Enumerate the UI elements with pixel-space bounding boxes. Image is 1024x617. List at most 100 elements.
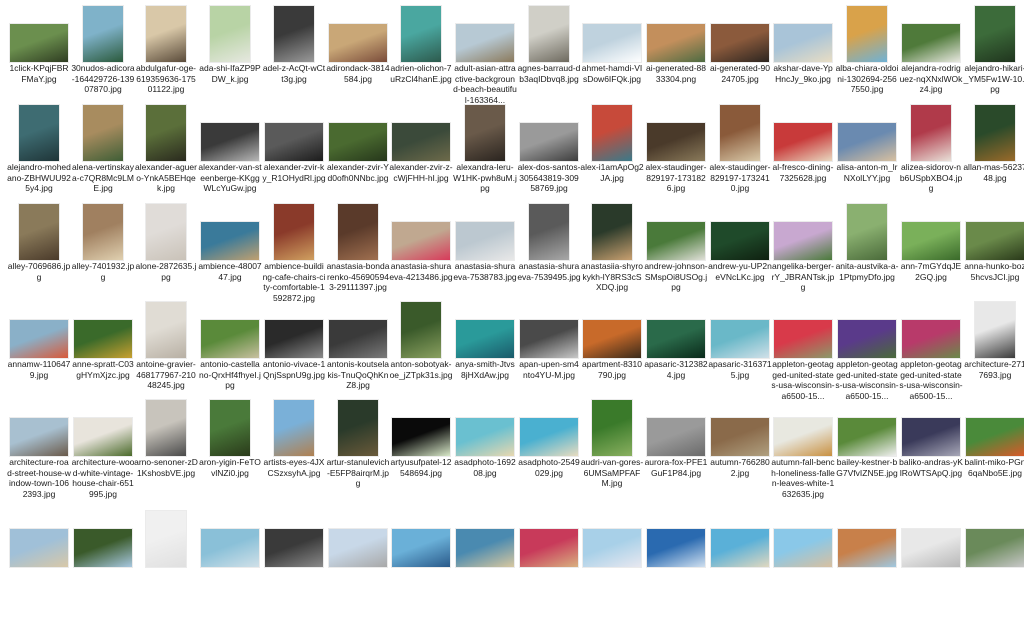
file-item[interactable]: architecture-2717693.jpg — [963, 296, 1024, 408]
file-item[interactable] — [835, 505, 899, 617]
file-name-label: adirondack-3814584.jpg — [326, 63, 390, 84]
file-item[interactable]: artur-stanulevich-E5FP8airqrM.jpg — [326, 394, 390, 506]
file-item[interactable]: anastasia-shuraeva-4213486.jpg — [389, 198, 453, 310]
file-item[interactable] — [963, 505, 1024, 617]
file-item[interactable]: alejandra-rodriguez-nqXNxlWOkz4.jpg — [899, 0, 963, 112]
file-item[interactable]: alex-i1amApOg2JA.jpg — [580, 99, 644, 211]
file-item[interactable]: alex-staudinger-829197-1732410.jpg — [708, 99, 772, 211]
file-item[interactable]: asadphoto-169208.jpg — [453, 394, 517, 506]
file-item[interactable]: alba-chiara-oldoini-1302694-2567550.jpg — [835, 0, 899, 112]
file-item[interactable]: andrew-yu-UP2neVNcLKc.jpg — [708, 198, 772, 310]
file-item[interactable]: annamw-1106479.jpg — [7, 296, 71, 408]
file-item[interactable]: al-fresco-dining-7325628.jpg — [771, 99, 835, 211]
file-item[interactable]: andrew-johnson-SMspOi8USOg.jpg — [644, 198, 708, 310]
file-item[interactable]: apan-upen-sm4nto4YU-M.jpg — [517, 296, 581, 408]
file-item[interactable]: alex-staudinger-829197-1731826.jpg — [644, 99, 708, 211]
file-name-label: akshar-dave-YpHncJy_9ko.jpg — [773, 63, 833, 84]
file-item[interactable] — [771, 505, 835, 617]
file-item[interactable]: anya-smith-Jtvs8jHXdAw.jpg — [453, 296, 517, 408]
file-item[interactable]: alexander-aguero-YnkA5BEHqek.jpg — [134, 99, 198, 211]
file-item[interactable]: ann-7mGYdqJE2GQ.jpg — [899, 198, 963, 310]
file-item[interactable]: adirondack-3814584.jpg — [326, 0, 390, 112]
file-item[interactable] — [71, 505, 135, 617]
file-item[interactable]: antonis-koutselakis-TnuQoQhKnZ8.jpg — [326, 296, 390, 408]
file-item[interactable]: alisa-anton-m_lrNXolLYY.jpg — [835, 99, 899, 211]
file-item[interactable]: angelika-berger-rY_JBRANTsk.jpg — [771, 198, 835, 310]
file-item[interactable]: 30nudos-adicora-164429726-13907870.jpg — [71, 0, 135, 112]
file-item[interactable]: antoine-gravier-468177967-21048245.jpg — [134, 296, 198, 408]
file-item[interactable]: architecture-wood-white-vintage-house-ch… — [71, 394, 135, 506]
file-item[interactable]: adel-z-AcQt-wCtt3g.jpg — [262, 0, 326, 112]
file-item[interactable] — [262, 505, 326, 617]
file-item[interactable]: anna-hunko-boz5hcvsJCI.jpg — [963, 198, 1024, 310]
file-item[interactable] — [389, 505, 453, 617]
file-item[interactable]: ambience-4800747.jpg — [198, 198, 262, 310]
file-item[interactable]: alizea-sidorov-nb6USpbXBO4.jpg — [899, 99, 963, 211]
file-item[interactable]: alejandro-mohedano-ZBHWUU925y4.jpg — [7, 99, 71, 211]
file-item[interactable]: appleton-geotagged-united-states-usa-wis… — [771, 296, 835, 408]
file-item[interactable]: akshar-dave-YpHncJy_9ko.jpg — [771, 0, 835, 112]
file-item[interactable]: alexandra-leru-W1HK-pwh8uM.jpg — [453, 99, 517, 211]
file-name-label: alejandra-rodriguez-nqXNxlWOkz4.jpg — [899, 63, 963, 94]
file-item[interactable]: adult-asian-attractive-background-beach-… — [453, 0, 517, 112]
file-item[interactable]: ai-generated-8833304.png — [644, 0, 708, 112]
file-item[interactable]: alone-2872635.jpg — [134, 198, 198, 310]
file-item[interactable]: ambience-building-cafe-chairs-city-comfo… — [262, 198, 326, 310]
file-item[interactable]: appleton-geotagged-united-states-usa-wis… — [899, 296, 963, 408]
file-item[interactable]: autumn-fall-bench-loneliness-fallen-leav… — [771, 394, 835, 506]
file-item[interactable]: alexander-van-steenberge-KKggWLcYuGw.jpg — [198, 99, 262, 211]
file-item[interactable]: bailey-kestner-bG7VfvIZN5E.jpg — [835, 394, 899, 506]
file-item[interactable]: aurora-fox-PFE1GuF1P84.jpg — [644, 394, 708, 506]
file-item[interactable]: apasaric-3123824.jpg — [644, 296, 708, 408]
file-item[interactable] — [899, 505, 963, 617]
file-item[interactable]: allan-mas-5623748.jpg — [963, 99, 1024, 211]
file-item[interactable] — [134, 505, 198, 617]
file-item[interactable]: asadphoto-2549029.jpg — [517, 394, 581, 506]
file-item[interactable]: abdulgafur-oge-619359636-17501122.jpg — [134, 0, 198, 112]
file-item[interactable]: anastasia-shuraeva-7538783.jpg — [453, 198, 517, 310]
file-item[interactable]: apartment-8310790.jpg — [580, 296, 644, 408]
file-item[interactable] — [708, 505, 772, 617]
file-item[interactable]: appleton-geotagged-united-states-usa-wis… — [835, 296, 899, 408]
file-item[interactable] — [644, 505, 708, 617]
file-item[interactable] — [453, 505, 517, 617]
file-item[interactable]: anne-spratt-C03gHYmXjzc.jpg — [71, 296, 135, 408]
file-item[interactable]: adrien-olichon-7uRzCl4hanE.jpg — [389, 0, 453, 112]
file-item[interactable]: 1click-KPqjFBRFMaY.jpg — [7, 0, 71, 112]
file-item[interactable]: anita-austvika-a-1PtpmyDfo.jpg — [835, 198, 899, 310]
file-item[interactable]: alexander-zvir-ky_R1OHydRl.jpg — [262, 99, 326, 211]
file-item[interactable]: ahmet-hamdi-VIsDow6IFQk.jpg — [580, 0, 644, 112]
file-item[interactable]: ada-shi-IfaZP9PDW_k.jpg — [198, 0, 262, 112]
file-item[interactable] — [517, 505, 581, 617]
file-item[interactable]: ai-generated-9024705.jpg — [708, 0, 772, 112]
file-item[interactable]: baliko-andras-yKlRoWTSApQ.jpg — [899, 394, 963, 506]
file-item[interactable]: antonio-castellano-QrxHf4fhyeI.jpg — [198, 296, 262, 408]
file-item[interactable]: architecture-road-street-house-window-to… — [7, 394, 71, 506]
file-item[interactable]: anastasia-bondarenko-456905943-29111397.… — [326, 198, 390, 310]
file-item[interactable]: balint-miko-PGn6qaNbo5E.jpg — [963, 394, 1024, 506]
file-item[interactable]: alley-7401932.jpg — [71, 198, 135, 310]
file-item[interactable]: autumn-7662802.jpg — [708, 394, 772, 506]
file-item[interactable]: aron-yigin-FeTOvlNZi0.jpg — [198, 394, 262, 506]
file-item[interactable]: anton-sobotyak-oe_jZTpk31s.jpg — [389, 296, 453, 408]
file-item[interactable]: arno-senoner-zD1KshosbVE.jpg — [134, 394, 198, 506]
file-item[interactable]: alex-dos-santos-305643819-30958769.jpg — [517, 99, 581, 211]
file-item[interactable]: apasaric-3163715.jpg — [708, 296, 772, 408]
file-item[interactable]: alley-7069686.jpg — [7, 198, 71, 310]
file-item[interactable] — [580, 505, 644, 617]
file-item[interactable]: agnes-barraud-db3aqIDbvq8.jpg — [517, 0, 581, 112]
file-item[interactable]: alejandro-hikari-_YM5Fw1W-10.jpg — [963, 0, 1024, 112]
file-item[interactable]: artists-eyes-4JXCSzxsyhA.jpg — [262, 394, 326, 506]
file-item[interactable]: anastasia-shuraeva-7539495.jpg — [517, 198, 581, 310]
file-name-label: artyusufpatel-12548694.jpg — [390, 457, 452, 478]
file-item[interactable]: alexander-zvir-z-cWjFHH-hI.jpg — [389, 99, 453, 211]
file-item[interactable]: anastasiia-shyrokykh-lY8RS3cSXDQ.jpg — [580, 198, 644, 310]
file-item[interactable] — [198, 505, 262, 617]
file-item[interactable]: antonio-vivace-1QnjSspnU9g.jpg — [262, 296, 326, 408]
file-item[interactable] — [7, 505, 71, 617]
file-item[interactable]: artyusufpatel-12548694.jpg — [389, 394, 453, 506]
file-item[interactable]: alexander-zvir-Yd0ofh0NNbc.jpg — [326, 99, 390, 211]
file-item[interactable] — [326, 505, 390, 617]
file-item[interactable]: audri-van-gores-6UMSaMPFAFM.jpg — [580, 394, 644, 506]
file-item[interactable]: alena-vertinskaya-c7QR8Mc9LME.jpg — [71, 99, 135, 211]
